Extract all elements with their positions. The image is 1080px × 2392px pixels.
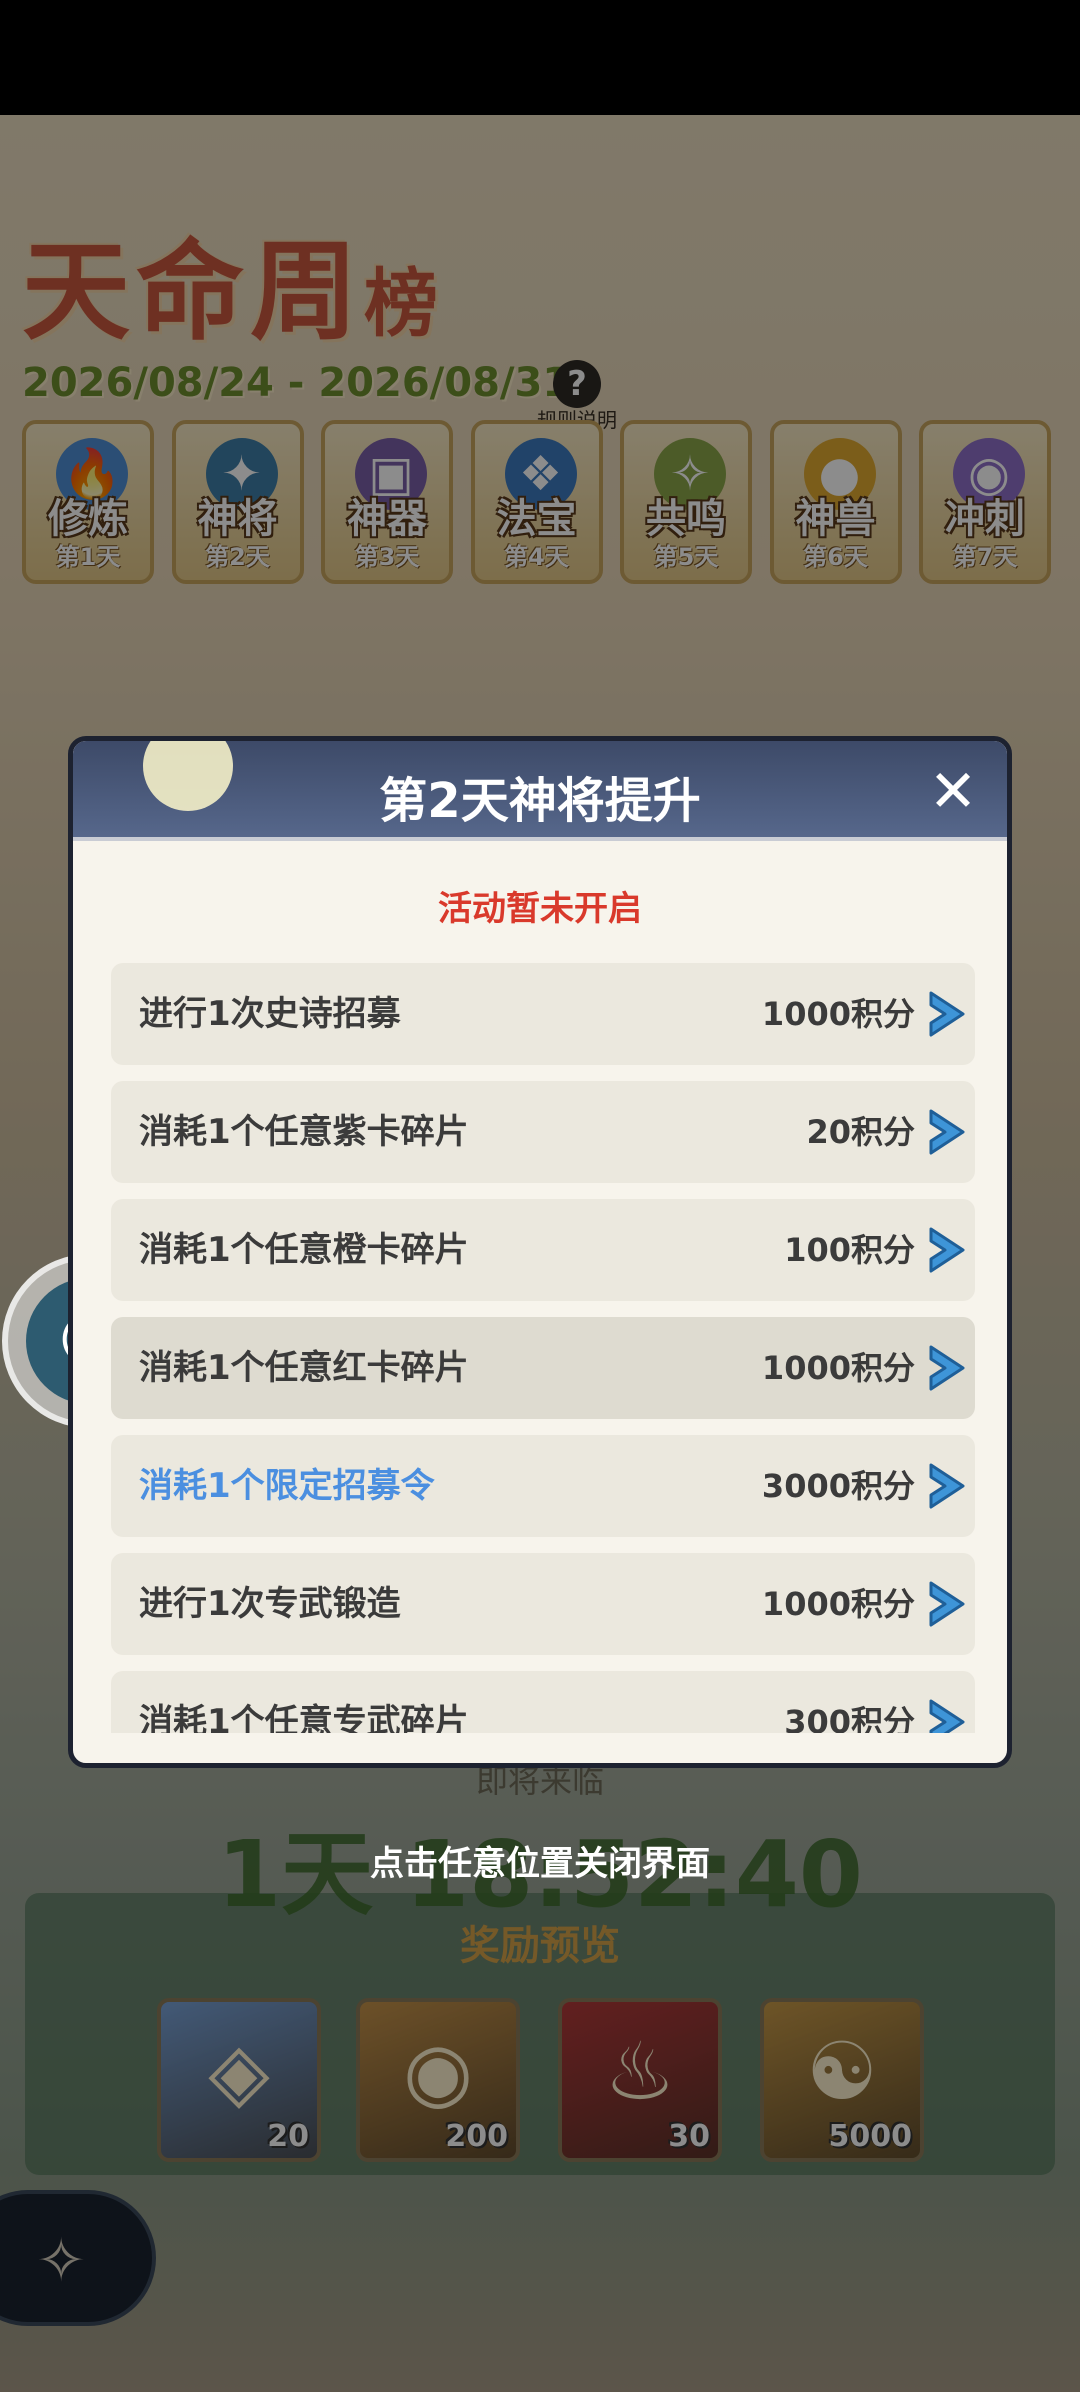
task-description: 消耗1个任意紫卡碎片: [139, 1112, 469, 1152]
task-row[interactable]: 消耗1个任意专武碎片 300积分: [111, 1671, 975, 1733]
task-description: 进行1次专武锻造: [139, 1584, 401, 1624]
go-arrow-icon[interactable]: [923, 1697, 971, 1733]
modal-header: 第2天神将提升 ✕: [73, 741, 1007, 841]
task-points: 300积分: [784, 1703, 915, 1733]
task-points: 1000积分: [761, 1585, 915, 1623]
close-hint: 点击任意位置关闭界面: [370, 1844, 710, 1884]
task-row[interactable]: 消耗1个限定招募令 3000积分: [111, 1435, 975, 1537]
task-row[interactable]: 消耗1个任意紫卡碎片 20积分: [111, 1081, 975, 1183]
task-modal: 第2天神将提升 ✕ 活动暂未开启 进行1次史诗招募 1000积分 消耗1个任意紫卡碎…: [68, 736, 1012, 1768]
go-arrow-icon[interactable]: [923, 989, 971, 1039]
go-arrow-icon[interactable]: [923, 1225, 971, 1275]
go-arrow-icon[interactable]: [923, 1343, 971, 1393]
modal-title: 第2天神将提升: [379, 773, 701, 829]
task-row[interactable]: 消耗1个任意橙卡碎片 100积分: [111, 1199, 975, 1301]
task-row[interactable]: 消耗1个任意红卡碎片 1000积分: [111, 1317, 975, 1419]
go-arrow-icon[interactable]: [923, 1107, 971, 1157]
task-points: 20积分: [806, 1113, 915, 1151]
close-button[interactable]: ✕: [921, 759, 985, 823]
task-points: 3000积分: [761, 1467, 915, 1505]
task-description: 消耗1个任意专武碎片: [139, 1702, 469, 1733]
task-description: 进行1次史诗招募: [139, 994, 401, 1034]
task-row[interactable]: 进行1次专武锻造 1000积分: [111, 1553, 975, 1655]
activity-status: 活动暂未开启: [438, 889, 642, 929]
task-points: 100积分: [784, 1231, 915, 1269]
task-points: 1000积分: [761, 1349, 915, 1387]
go-arrow-icon[interactable]: [923, 1579, 971, 1629]
go-arrow-icon[interactable]: [923, 1461, 971, 1511]
close-icon: ✕: [928, 757, 978, 825]
task-points: 1000积分: [761, 995, 915, 1033]
task-description: 消耗1个任意橙卡碎片: [139, 1230, 469, 1270]
task-description: 消耗1个任意红卡碎片: [139, 1348, 469, 1388]
task-list[interactable]: 进行1次史诗招募 1000积分 消耗1个任意紫卡碎片 20积分 消耗1个任意橙卡碎片 10…: [111, 963, 975, 1733]
task-row[interactable]: 进行1次史诗招募 1000积分: [111, 963, 975, 1065]
status-bar: [0, 0, 1080, 115]
task-description: 消耗1个限定招募令: [139, 1466, 435, 1506]
